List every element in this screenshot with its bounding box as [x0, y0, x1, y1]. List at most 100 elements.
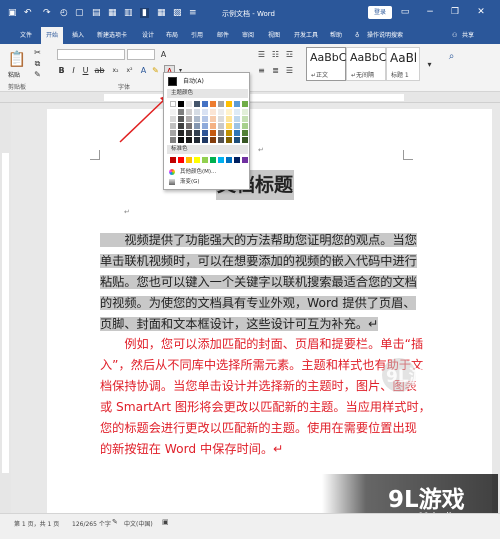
theme-shade-swatch[interactable]	[234, 130, 240, 136]
theme-color-swatch[interactable]	[170, 101, 176, 107]
theme-shade-swatch[interactable]	[242, 123, 248, 129]
theme-shade-swatch[interactable]	[194, 130, 200, 136]
style-heading-1[interactable]: AaBl 标题 1	[386, 47, 420, 81]
theme-shade-swatch[interactable]	[226, 123, 232, 129]
theme-shade-swatch[interactable]	[234, 123, 240, 129]
tab-design[interactable]: 设计	[142, 27, 154, 44]
theme-shade-swatch[interactable]	[202, 109, 208, 115]
subscript-button[interactable]: x₂	[110, 65, 121, 76]
share-button[interactable]: 共享	[462, 27, 474, 44]
format-painter-icon[interactable]: ▦	[108, 8, 117, 18]
italic-button[interactable]: I	[68, 65, 79, 76]
numbering-icon[interactable]: ☷	[270, 49, 281, 60]
theme-shade-swatch[interactable]	[194, 137, 200, 143]
more-colors-option[interactable]: 其他颜色(M)...	[167, 167, 247, 177]
theme-shade-swatch[interactable]	[226, 130, 232, 136]
theme-shade-swatch[interactable]	[186, 137, 192, 143]
style-normal[interactable]: AaBbC( ↵正文	[306, 47, 351, 81]
theme-shade-swatch[interactable]	[210, 123, 216, 129]
standard-color-swatch[interactable]	[186, 157, 192, 163]
tab-file[interactable]: 文件	[20, 27, 32, 44]
theme-shade-swatch[interactable]	[234, 137, 240, 143]
restore-icon[interactable]: ❐	[448, 5, 462, 19]
standard-color-swatch[interactable]	[210, 157, 216, 163]
theme-shade-swatch[interactable]	[170, 130, 176, 136]
theme-shade-swatch[interactable]	[218, 109, 224, 115]
theme-shade-swatch[interactable]	[242, 130, 248, 136]
theme-shade-swatch[interactable]	[234, 116, 240, 122]
standard-color-swatch[interactable]	[226, 157, 232, 163]
style-no-spacing[interactable]: AaBbC( ↵无间隔	[346, 47, 391, 81]
editing-icon[interactable]: ⌕	[446, 51, 457, 62]
theme-shade-swatch[interactable]	[226, 116, 232, 122]
login-button[interactable]: 登录	[368, 6, 392, 19]
gradient-option[interactable]: 渐变(G)	[167, 177, 247, 187]
theme-shade-swatch[interactable]	[170, 123, 176, 129]
align-center-icon[interactable]: ≣	[270, 65, 281, 76]
tab-mailings[interactable]: 邮件	[217, 27, 229, 44]
theme-shade-swatch[interactable]	[194, 116, 200, 122]
paragraph-1[interactable]: 视频提供了功能强大的方法帮助您证明您的观点。当您 单击联机视频时，可以在想要添加…	[100, 230, 417, 335]
theme-shade-swatch[interactable]	[202, 130, 208, 136]
format-painter-brush-icon[interactable]: ✎	[32, 69, 43, 80]
automatic-color-option[interactable]: 自动(A)	[167, 76, 247, 87]
theme-shade-swatch[interactable]	[210, 130, 216, 136]
standard-color-swatch[interactable]	[202, 157, 208, 163]
tab-layout[interactable]: 布局	[166, 27, 178, 44]
theme-shade-swatch[interactable]	[186, 116, 192, 122]
theme-shade-swatch[interactable]	[170, 116, 176, 122]
bullets-icon[interactable]: ☰	[256, 49, 267, 60]
save-icon[interactable]: ▣	[8, 8, 17, 18]
touch-icon[interactable]: ▮	[140, 8, 149, 18]
grow-font-icon[interactable]: A	[158, 49, 169, 60]
theme-shade-swatch[interactable]	[178, 116, 184, 122]
underline-button[interactable]: U	[80, 65, 91, 76]
theme-shade-swatch[interactable]	[186, 109, 192, 115]
theme-color-swatch[interactable]	[234, 101, 240, 107]
redo-icon[interactable]: ↷	[43, 8, 51, 18]
theme-shade-swatch[interactable]	[242, 109, 248, 115]
picture-icon[interactable]: ▨	[173, 8, 182, 18]
styles-more-icon[interactable]: ▾	[424, 59, 435, 70]
align-left-icon[interactable]: ≡	[256, 65, 267, 76]
macro-icon[interactable]: ▣	[162, 518, 169, 526]
theme-color-swatch[interactable]	[194, 101, 200, 107]
theme-shade-swatch[interactable]	[218, 130, 224, 136]
minimize-icon[interactable]: −	[423, 5, 437, 19]
theme-shade-swatch[interactable]	[178, 123, 184, 129]
tab-new-tab[interactable]: 新建选项卡	[97, 27, 127, 44]
theme-shade-swatch[interactable]	[226, 137, 232, 143]
theme-shade-swatch[interactable]	[242, 116, 248, 122]
theme-color-swatch[interactable]	[202, 101, 208, 107]
standard-color-swatch[interactable]	[178, 157, 184, 163]
standard-color-swatch[interactable]	[242, 157, 248, 163]
theme-color-swatch[interactable]	[186, 101, 192, 107]
table-icon[interactable]: ▦	[157, 8, 166, 18]
multilevel-list-icon[interactable]: ☲	[284, 49, 295, 60]
standard-color-swatch[interactable]	[218, 157, 224, 163]
cut-icon[interactable]: ✂	[32, 47, 43, 58]
font-color-popup[interactable]: 自动(A) 主题颜色 标准色 其他颜色(M)... 渐变(G)	[163, 72, 250, 190]
quick-access-icon[interactable]: ▥	[124, 8, 133, 18]
theme-shade-swatch[interactable]	[218, 116, 224, 122]
justify-icon[interactable]: ☰	[284, 65, 295, 76]
undo-icon[interactable]: ↶	[24, 8, 32, 18]
standard-color-swatch[interactable]	[170, 157, 176, 163]
close-icon[interactable]: ✕	[474, 5, 488, 19]
theme-shade-swatch[interactable]	[210, 116, 216, 122]
theme-shade-swatch[interactable]	[202, 123, 208, 129]
bold-button[interactable]: B	[56, 65, 67, 76]
theme-shade-swatch[interactable]	[178, 130, 184, 136]
word-count[interactable]: 126/265 个字	[72, 519, 111, 528]
theme-shade-swatch[interactable]	[170, 109, 176, 115]
superscript-button[interactable]: x²	[124, 65, 135, 76]
theme-shade-swatch[interactable]	[210, 137, 216, 143]
tell-me-search[interactable]: 操作说明搜索	[367, 27, 403, 44]
theme-shade-swatch[interactable]	[202, 137, 208, 143]
paragraph-2[interactable]: 例如，您可以添加匹配的封面、页眉和提要栏。单击“插 入”，然后从不同库中选择所需…	[100, 334, 431, 460]
theme-shade-swatch[interactable]	[186, 123, 192, 129]
copy-icon[interactable]: ⧉	[32, 58, 43, 69]
language-indicator[interactable]: 中文(中国)	[124, 519, 153, 528]
paste-label[interactable]: 粘贴	[8, 70, 20, 79]
theme-shade-swatch[interactable]	[234, 109, 240, 115]
